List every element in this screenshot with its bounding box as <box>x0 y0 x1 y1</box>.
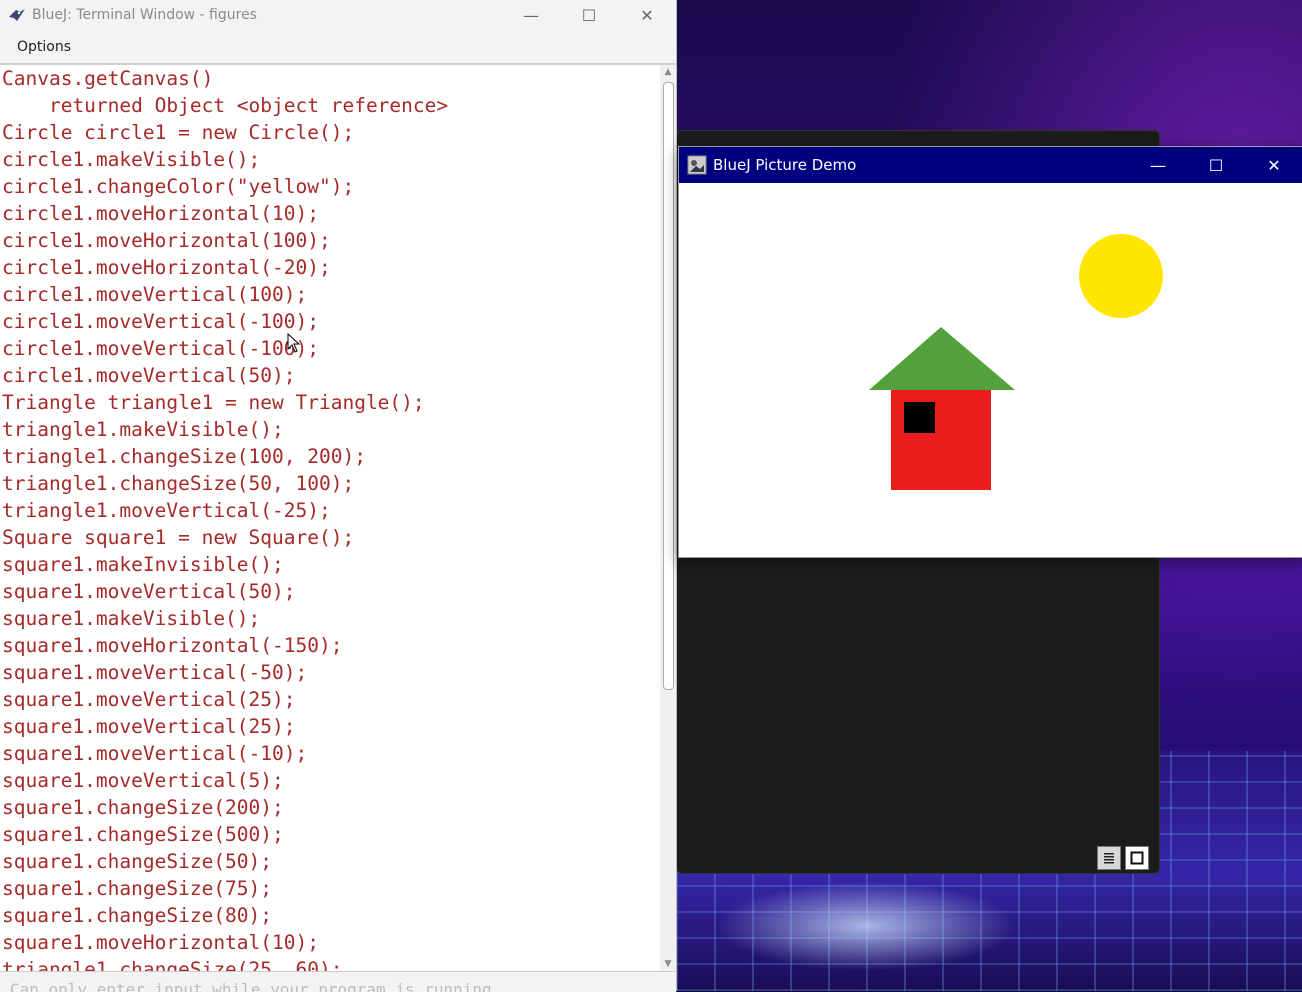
terminal-line: circle1.makeVisible(); <box>2 148 261 171</box>
terminal-line: square1.changeSize(200); <box>2 796 284 819</box>
terminal-line: triangle1.changeSize(25, 60); <box>2 958 343 971</box>
terminal-output[interactable]: Canvas.getCanvas() returned Object <obje… <box>0 65 660 971</box>
close-icon[interactable]: ✕ <box>618 0 676 30</box>
terminal-line: returned Object <object reference> <box>2 94 449 117</box>
bluej-bird-icon <box>8 6 26 24</box>
terminal-line: circle1.moveHorizontal(100); <box>2 229 331 252</box>
terminal-line: square1.changeSize(75); <box>2 877 273 900</box>
terminal-line: square1.changeSize(80); <box>2 904 273 927</box>
terminal-line: circle1.moveVertical(50); <box>2 364 296 387</box>
java-app-icon <box>687 155 707 175</box>
terminal-line: circle1.moveHorizontal(-20); <box>2 256 331 279</box>
menu-options[interactable]: Options <box>0 39 87 55</box>
sun-circle <box>1079 234 1163 318</box>
minimize-icon[interactable]: — <box>1129 147 1187 183</box>
vertical-scrollbar[interactable]: ▲ ▼ <box>660 65 676 971</box>
terminal-title-bar[interactable]: BlueJ: Terminal Window - figures — ☐ ✕ <box>0 0 676 30</box>
terminal-title: BlueJ: Terminal Window - figures <box>32 7 257 23</box>
mouse-cursor-icon <box>287 333 301 353</box>
terminal-line: square1.moveVertical(25); <box>2 688 296 711</box>
picture-title: BlueJ Picture Demo <box>713 156 857 174</box>
terminal-line: triangle1.changeSize(100, 200); <box>2 445 366 468</box>
scroll-up-icon[interactable]: ▲ <box>660 65 676 79</box>
picture-title-bar[interactable]: BlueJ Picture Demo — ☐ ✕ <box>679 147 1302 183</box>
picture-demo-window[interactable]: BlueJ Picture Demo — ☐ ✕ <box>678 146 1302 558</box>
maximize-icon[interactable]: ☐ <box>560 0 618 30</box>
terminal-line: Canvas.getCanvas() <box>2 67 214 90</box>
minimize-icon[interactable]: — <box>502 0 560 30</box>
terminal-line: circle1.moveHorizontal(10); <box>2 202 319 225</box>
terminal-line: circle1.moveVertical(-100); <box>2 337 319 360</box>
terminal-line: Circle circle1 = new Circle(); <box>2 121 355 144</box>
terminal-line: triangle1.moveVertical(-25); <box>2 499 331 522</box>
terminal-input-area[interactable]: Can only enter input while your program … <box>0 971 676 992</box>
terminal-line: square1.moveHorizontal(-150); <box>2 634 343 657</box>
terminal-line: square1.moveVertical(25); <box>2 715 296 738</box>
terminal-line: triangle1.changeSize(50, 100); <box>2 472 355 495</box>
maximize-icon[interactable]: ☐ <box>1187 147 1245 183</box>
terminal-line: circle1.changeColor("yellow"); <box>2 175 355 198</box>
scrollbar-thumb[interactable] <box>663 82 674 690</box>
terminal-line: circle1.moveVertical(100); <box>2 283 308 306</box>
terminal-line: square1.moveVertical(-10); <box>2 742 308 765</box>
terminal-line: triangle1.makeVisible(); <box>2 418 284 441</box>
terminal-line: square1.makeVisible(); <box>2 607 261 630</box>
terminal-line: square1.changeSize(50); <box>2 850 273 873</box>
terminal-line: square1.moveVertical(50); <box>2 580 296 603</box>
close-icon[interactable]: ✕ <box>1245 147 1302 183</box>
terminal-line: Square square1 = new Square(); <box>2 526 355 549</box>
terminal-line: circle1.moveVertical(-100); <box>2 310 319 333</box>
scroll-down-icon[interactable]: ▼ <box>660 957 676 971</box>
wallpaper-glow <box>716 881 1016 971</box>
list-view-icon[interactable] <box>1097 846 1121 870</box>
house-window-square <box>904 402 935 433</box>
terminal-line: square1.makeInvisible(); <box>2 553 284 576</box>
terminal-window-controls: — ☐ ✕ <box>502 0 676 30</box>
terminal-line: square1.moveHorizontal(10); <box>2 931 319 954</box>
terminal-line: square1.moveVertical(-50); <box>2 661 308 684</box>
terminal-menubar: Options <box>0 30 676 65</box>
single-view-icon[interactable] <box>1125 846 1149 870</box>
terminal-window[interactable]: BlueJ: Terminal Window - figures — ☐ ✕ O… <box>0 0 677 992</box>
roof-triangle <box>869 327 1015 390</box>
terminal-line: square1.changeSize(500); <box>2 823 284 846</box>
input-hint-text: Can only enter input while your program … <box>10 980 492 992</box>
terminal-line: Triangle triangle1 = new Triangle(); <box>2 391 425 414</box>
terminal-line: square1.moveVertical(5); <box>2 769 284 792</box>
drawing-canvas <box>869 234 1163 490</box>
picture-window-controls: — ☐ ✕ <box>1129 147 1302 177</box>
